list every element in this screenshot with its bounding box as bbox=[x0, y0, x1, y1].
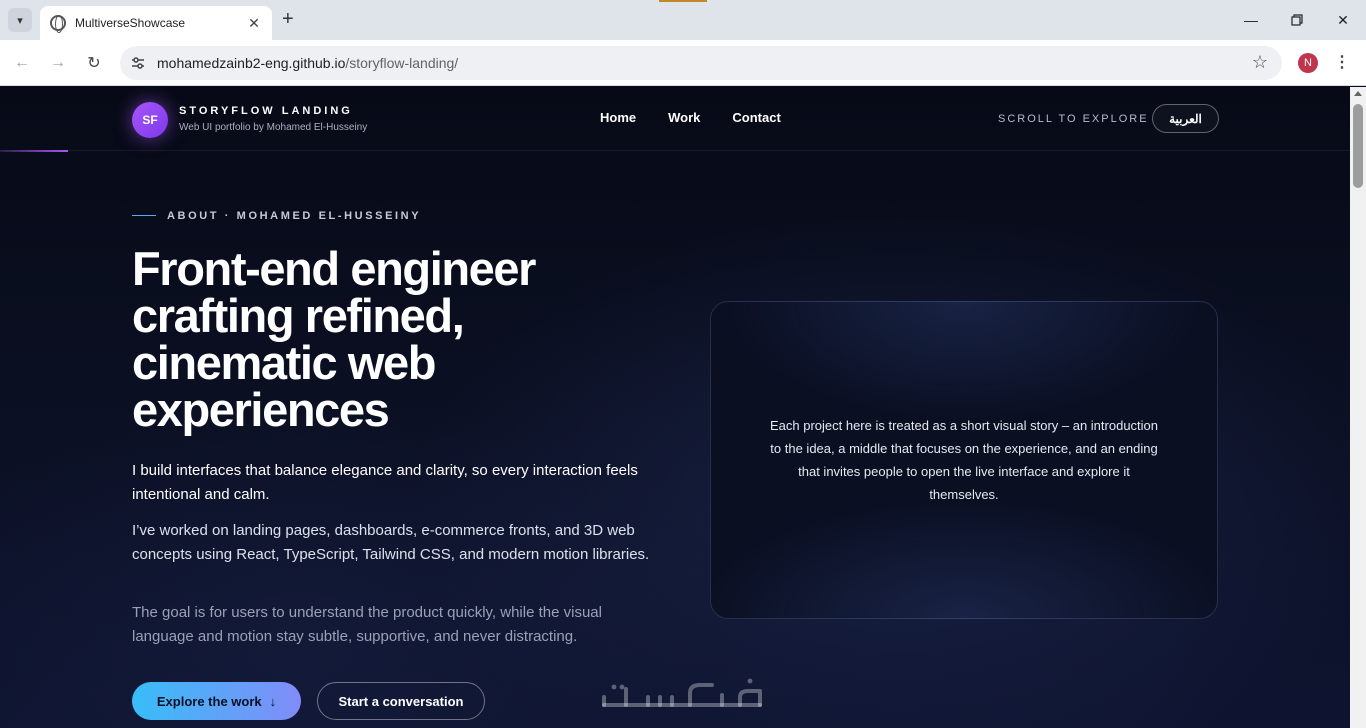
page-viewport: SF STORYFLOW LANDING Web UI portfolio by… bbox=[0, 87, 1366, 728]
scroll-hint: SCROLL TO EXPLORE bbox=[998, 113, 1149, 125]
brand-name: STORYFLOW LANDING bbox=[179, 105, 353, 117]
nav-work[interactable]: Work bbox=[668, 110, 700, 125]
explore-work-button[interactable]: Explore the work ↓ bbox=[132, 682, 301, 720]
tab-title: MultiverseShowcase bbox=[75, 16, 186, 30]
plus-icon[interactable]: + bbox=[282, 9, 294, 29]
forward-icon[interactable]: → bbox=[47, 52, 69, 74]
nav-home[interactable]: Home bbox=[600, 110, 636, 125]
explore-work-label: Explore the work bbox=[156, 693, 262, 709]
minimize-icon[interactable]: — bbox=[1228, 0, 1274, 40]
hero-lead: I build interfaces that balance elegance… bbox=[132, 462, 638, 503]
site-info-icon[interactable] bbox=[130, 55, 146, 71]
site-header: SF STORYFLOW LANDING Web UI portfolio by… bbox=[0, 87, 1350, 151]
url-host: mohamedzainb2-eng.github.io bbox=[157, 55, 346, 71]
tab-search-icon[interactable]: ▾ bbox=[8, 8, 32, 32]
nav-contact[interactable]: Contact bbox=[732, 110, 780, 125]
menu-icon[interactable]: ⋮ bbox=[1334, 52, 1350, 72]
page-scrollbar[interactable] bbox=[1350, 87, 1366, 728]
story-card-text: Each project here is treated as a short … bbox=[769, 418, 1159, 502]
star-icon[interactable]: ☆ bbox=[1252, 52, 1268, 73]
url-text: mohamedzainb2-eng.github.io/storyflow-la… bbox=[157, 55, 458, 71]
language-toggle-button[interactable]: العربية bbox=[1152, 104, 1219, 133]
address-bar[interactable]: mohamedzainb2-eng.github.io/storyflow-la… bbox=[120, 46, 1282, 80]
scroll-up-icon[interactable] bbox=[1354, 91, 1362, 96]
eyebrow-line bbox=[132, 215, 156, 216]
scrollbar-thumb[interactable] bbox=[1353, 104, 1363, 188]
url-path: /storyflow-landing/ bbox=[345, 55, 459, 71]
restore-icon[interactable] bbox=[1274, 0, 1320, 40]
browser-tab[interactable]: MultiverseShowcase ✕ bbox=[40, 6, 272, 40]
reload-icon[interactable]: ↻ bbox=[83, 52, 105, 74]
globe-icon bbox=[50, 15, 66, 33]
close-icon[interactable]: ✕ bbox=[246, 15, 262, 32]
header-accent-line bbox=[0, 150, 68, 152]
browser-tab-strip: ▾ MultiverseShowcase ✕ + — ✕ bbox=[0, 0, 1366, 40]
hero-headline: Front-end engineer crafting refined, cin… bbox=[132, 242, 536, 436]
back-icon[interactable]: ← bbox=[11, 52, 33, 74]
khamsat-watermark bbox=[602, 678, 762, 707]
tab-strip-accent bbox=[659, 0, 707, 2]
window-close-icon[interactable]: ✕ bbox=[1320, 0, 1366, 40]
site-logo[interactable]: SF bbox=[132, 102, 168, 138]
profile-avatar[interactable]: N bbox=[1298, 53, 1318, 73]
arrow-down-icon: ↓ bbox=[269, 693, 277, 709]
hero-paragraph-goal: The goal is for users to understand the … bbox=[132, 604, 602, 645]
eyebrow-text: ABOUT · MOHAMED EL-HUSSEINY bbox=[167, 210, 422, 222]
start-conversation-button[interactable]: Start a conversation bbox=[317, 682, 485, 720]
story-card: Each project here is treated as a short … bbox=[710, 301, 1218, 619]
site-nav: Home Work Contact bbox=[600, 110, 781, 125]
browser-toolbar: ← → ↻ mohamedzainb2-eng.github.io/storyf… bbox=[0, 40, 1366, 86]
hero-paragraph-experience: I’ve worked on landing pages, dashboards… bbox=[132, 522, 650, 563]
brand-subtitle: Web UI portfolio by Mohamed El-Husseiny bbox=[179, 122, 368, 133]
